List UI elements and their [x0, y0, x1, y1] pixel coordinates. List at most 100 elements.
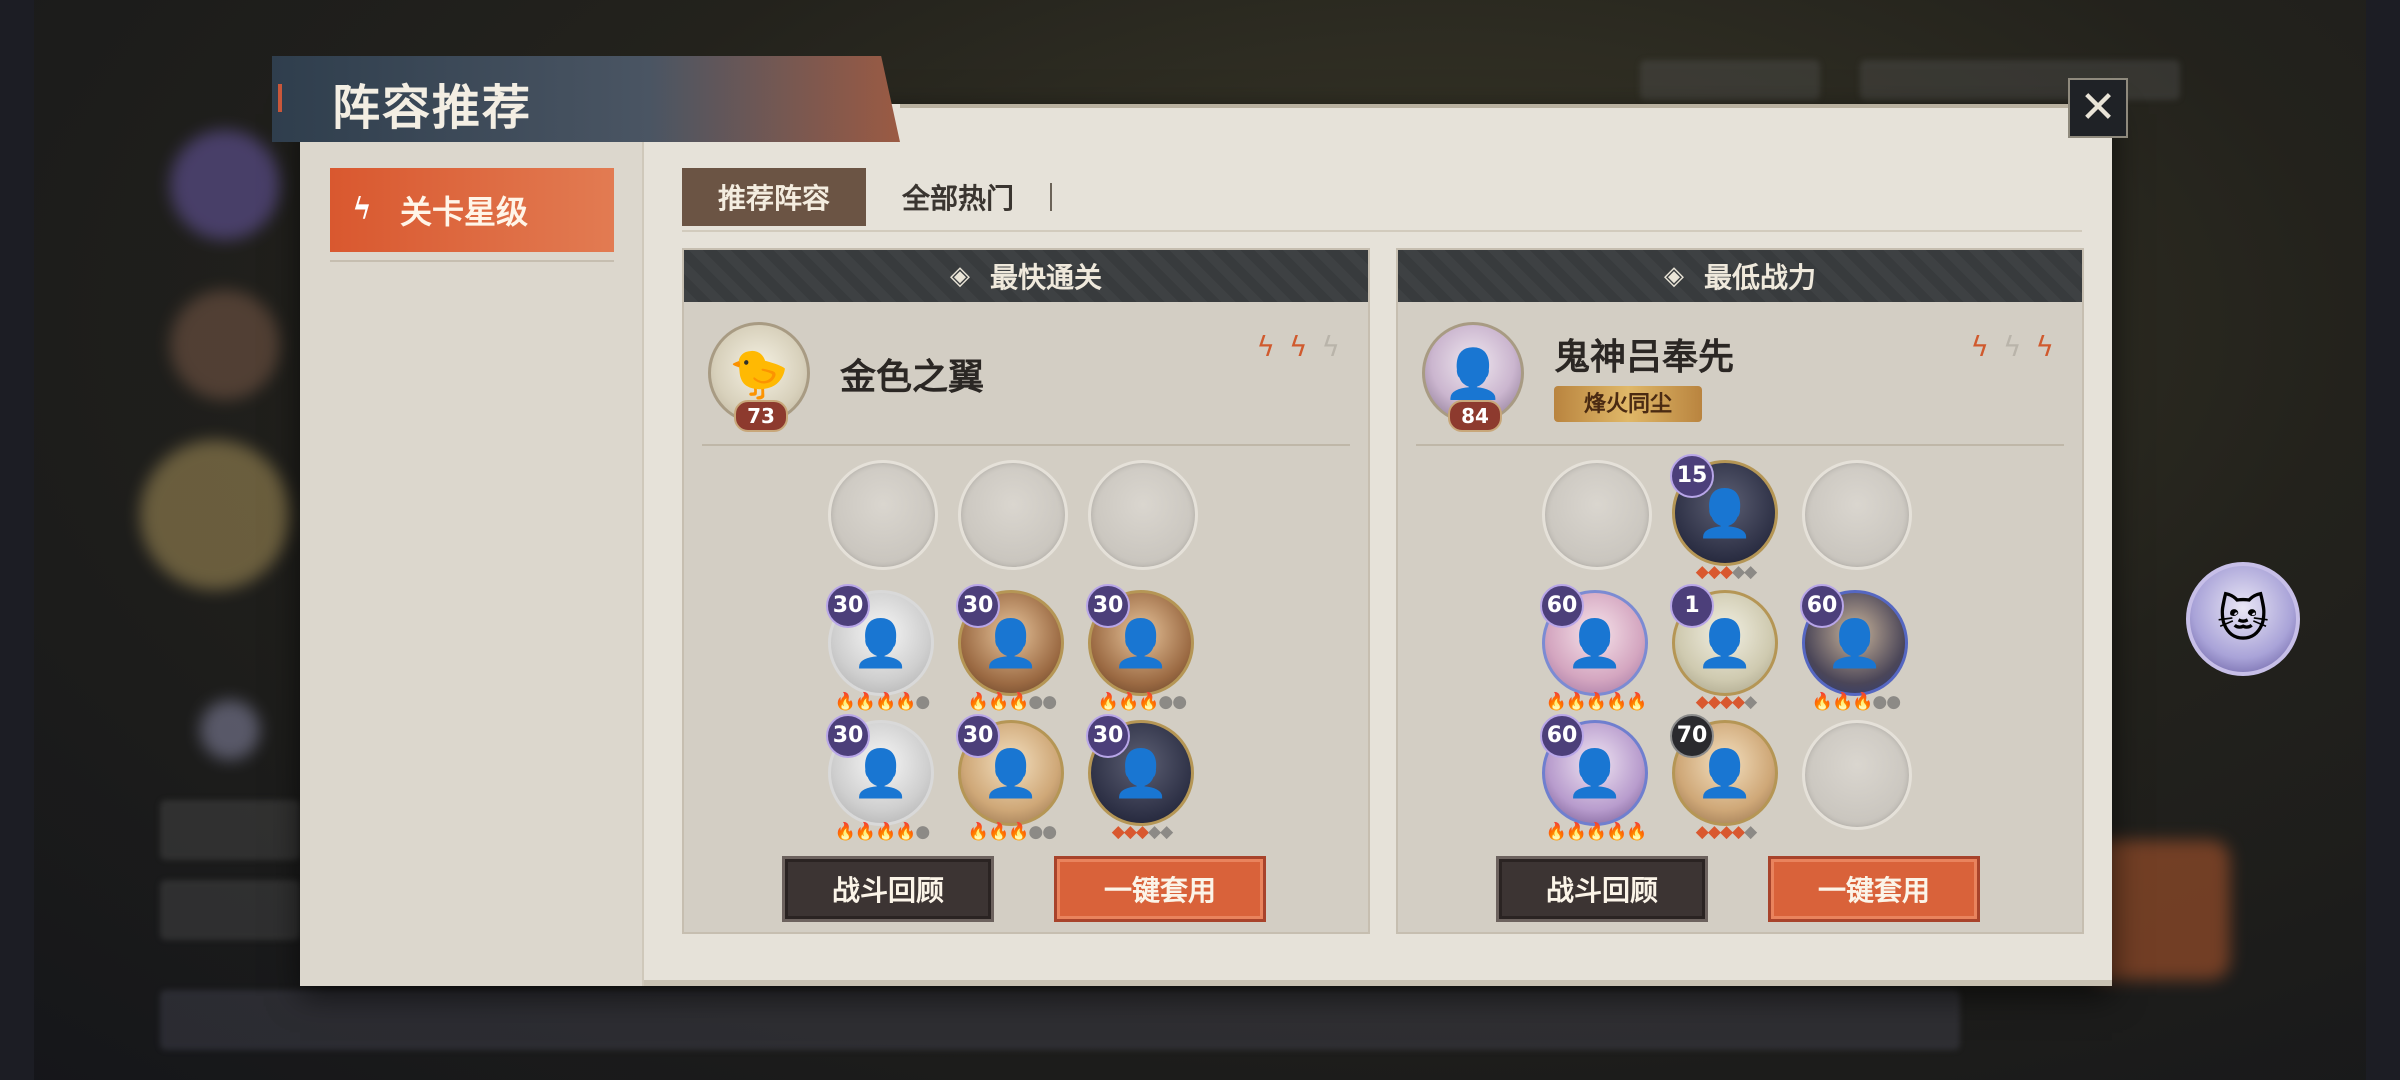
sidebar-item-label: 关卡星级 — [400, 193, 529, 231]
awaken-pip-icon: 🔥 — [1626, 822, 1647, 842]
leader-level-badge: 84 — [1448, 400, 1502, 432]
empty-slot-ring — [958, 460, 1068, 570]
team-name: 鬼神吕奉先 — [1554, 336, 1735, 378]
diamond-target-icon: ◈ — [1663, 261, 1684, 291]
close-button[interactable]: ✕ — [2068, 78, 2128, 138]
awaken-pips: 🔥🔥🔥🔥● — [828, 692, 936, 712]
star-filled-icon: ϟ — [1256, 330, 1276, 363]
awaken-pip-icon: 🔥 — [875, 822, 896, 842]
awaken-pip-icon: ◆ — [1744, 822, 1757, 842]
awaken-pip-icon: 🔥 — [895, 822, 916, 842]
awaken-pip-icon: 🔥 — [875, 692, 896, 712]
hero-slot[interactable]: 👤 30 🔥🔥🔥●● — [956, 714, 1066, 842]
right-edge-decoration — [2366, 0, 2400, 1080]
awaken-pip-icon: 🔥 — [854, 692, 876, 712]
battle-review-button[interactable]: 战斗回顾 — [1496, 856, 1708, 922]
empty-slot[interactable] — [1802, 460, 1912, 570]
empty-slot[interactable] — [1088, 460, 1198, 570]
hero-level-badge: 70 — [1670, 714, 1714, 758]
hero-level-badge: 60 — [1800, 584, 1844, 628]
awaken-pip-icon: ● — [1886, 692, 1901, 712]
star-empty-icon: ϟ — [2003, 330, 2022, 363]
awaken-pip-icon: ◆ — [1732, 822, 1745, 842]
awaken-pip-icon: ● — [1028, 692, 1043, 712]
blurred-bottom-bar — [160, 990, 1960, 1050]
tab-recommended[interactable]: 推荐阵容 — [682, 168, 867, 226]
empty-slot[interactable] — [1542, 460, 1652, 570]
awaken-pip-icon: 🔥 — [1545, 692, 1567, 712]
hero-level-badge: 30 — [956, 714, 1000, 758]
hero-slot[interactable]: 👤 70 ◆◆◆◆◆ — [1670, 714, 1780, 842]
awaken-pip-icon: ◆ — [1707, 692, 1721, 712]
empty-slot-ring — [1802, 720, 1912, 830]
empty-slot[interactable] — [1802, 720, 1912, 830]
hero-slot[interactable]: 👤 60 🔥🔥🔥🔥🔥 — [1540, 714, 1650, 842]
difficulty-stars: ϟϟϟ — [1971, 330, 2054, 363]
awaken-pip-icon: ◆ — [1135, 822, 1149, 842]
hero-slot[interactable]: 👤 30 🔥🔥🔥🔥● — [826, 584, 936, 712]
one-click-apply-button[interactable]: 一键套用 — [1054, 856, 1266, 922]
awaken-pip-icon: 🔥 — [1811, 692, 1833, 712]
card-header-label: 最低战力 — [1703, 261, 1816, 294]
hero-slot[interactable]: 👤 60 🔥🔥🔥🔥🔥 — [1540, 584, 1650, 712]
awaken-pips: 🔥🔥🔥🔥🔥 — [1542, 692, 1650, 712]
awaken-pip-icon: 🔥 — [1138, 692, 1159, 712]
hero-slot[interactable]: 👤 1 ◆◆◆◆◆ — [1670, 584, 1780, 712]
awaken-pip-icon: ◆ — [1695, 822, 1709, 842]
hero-level-badge: 30 — [826, 584, 870, 628]
star-filled-icon: ϟ — [1970, 330, 1990, 363]
awaken-pip-icon: ◆ — [1732, 692, 1745, 712]
awaken-pip-icon: ◆ — [1123, 822, 1137, 842]
awaken-pip-icon: 🔥 — [1832, 692, 1853, 712]
sidebar: ϟ 关卡星级 — [300, 136, 644, 986]
one-click-apply-button[interactable]: 一键套用 — [1768, 856, 1980, 922]
floating-assistant-avatar[interactable]: 🐱 — [2186, 562, 2300, 676]
hero-slot[interactable]: 👤 60 🔥🔥🔥●● — [1800, 584, 1910, 712]
tab-all-popular[interactable]: 全部热门 — [866, 168, 1050, 226]
awaken-pip-icon: 🔥 — [988, 822, 1009, 842]
empty-slot-ring — [1802, 460, 1912, 570]
battle-review-button[interactable]: 战斗回顾 — [782, 856, 994, 922]
awaken-pip-icon: ◆ — [1719, 822, 1733, 842]
blurred-hud-icon — [170, 130, 280, 240]
sidebar-item-stage-star[interactable]: ϟ 关卡星级 — [330, 168, 614, 252]
card-header: ◈ 最快通关 — [684, 250, 1368, 302]
blurred-hud-icon — [170, 290, 280, 400]
hero-slot[interactable]: 👤 15 ◆◆◆◆◆ — [1670, 454, 1780, 582]
awaken-pip-icon: 🔥 — [1606, 822, 1627, 842]
awaken-pip-icon: 🔥 — [1565, 692, 1587, 712]
stage-star-icon: ϟ — [352, 192, 372, 227]
hero-slot[interactable]: 👤 30 🔥🔥🔥●● — [1086, 584, 1196, 712]
awaken-pip-icon: 🔥 — [1852, 692, 1873, 712]
awaken-pip-icon: ◆ — [1719, 692, 1733, 712]
hero-slot[interactable]: 👤 30 ◆◆◆◆◆ — [1086, 714, 1196, 842]
awaken-pip-icon: ◆ — [1744, 692, 1757, 712]
hero-level-badge: 60 — [1540, 584, 1584, 628]
close-icon: ✕ — [2079, 82, 2117, 133]
leader-portrait-glyph: 👤 — [1443, 345, 1503, 402]
hero-level-badge: 1 — [1670, 584, 1714, 628]
awaken-pip-icon: ● — [1028, 822, 1043, 842]
diamond-target-icon: ◈ — [949, 261, 970, 291]
leader-portrait[interactable]: 👤 84 — [1422, 322, 1526, 432]
leader-portrait[interactable]: 🐤 73 — [708, 322, 812, 432]
empty-slot[interactable] — [958, 460, 1068, 570]
awaken-pips: 🔥🔥🔥🔥● — [828, 822, 936, 842]
hero-slot[interactable]: 👤 30 🔥🔥🔥🔥● — [826, 714, 936, 842]
hero-level-badge: 30 — [1086, 584, 1130, 628]
blurred-hud-bar — [1640, 60, 1820, 100]
awaken-pip-icon: 🔥 — [834, 692, 856, 712]
awaken-pips: ◆◆◆◆◆ — [1088, 822, 1196, 842]
empty-slot[interactable] — [828, 460, 938, 570]
hero-slot[interactable]: 👤 30 🔥🔥🔥●● — [956, 584, 1066, 712]
blurred-hud-icon — [200, 700, 260, 760]
tab-bar-underline — [682, 230, 2082, 232]
lineup-card-fastest: ◈ 最快通关 🐤 73 金色之翼 ϟ ϟ ϟ 👤 30 🔥🔥🔥🔥● 👤 30 🔥🔥🔥●… — [682, 248, 1370, 934]
awaken-pip-icon: 🔥 — [1008, 822, 1029, 842]
awaken-pip-icon: 🔥 — [1097, 692, 1119, 712]
awaken-pips: ◆◆◆◆◆ — [1672, 822, 1780, 842]
left-edge-decoration — [0, 0, 34, 1080]
awaken-pips: 🔥🔥🔥🔥🔥 — [1542, 822, 1650, 842]
panel-top-border — [900, 104, 2112, 108]
lineup-panel: ϟ 关卡星级 推荐阵容 全部热门 ◈ 最快通关 🐤 73 金色之翼 ϟ ϟ ϟ 👤 3… — [300, 104, 2112, 986]
